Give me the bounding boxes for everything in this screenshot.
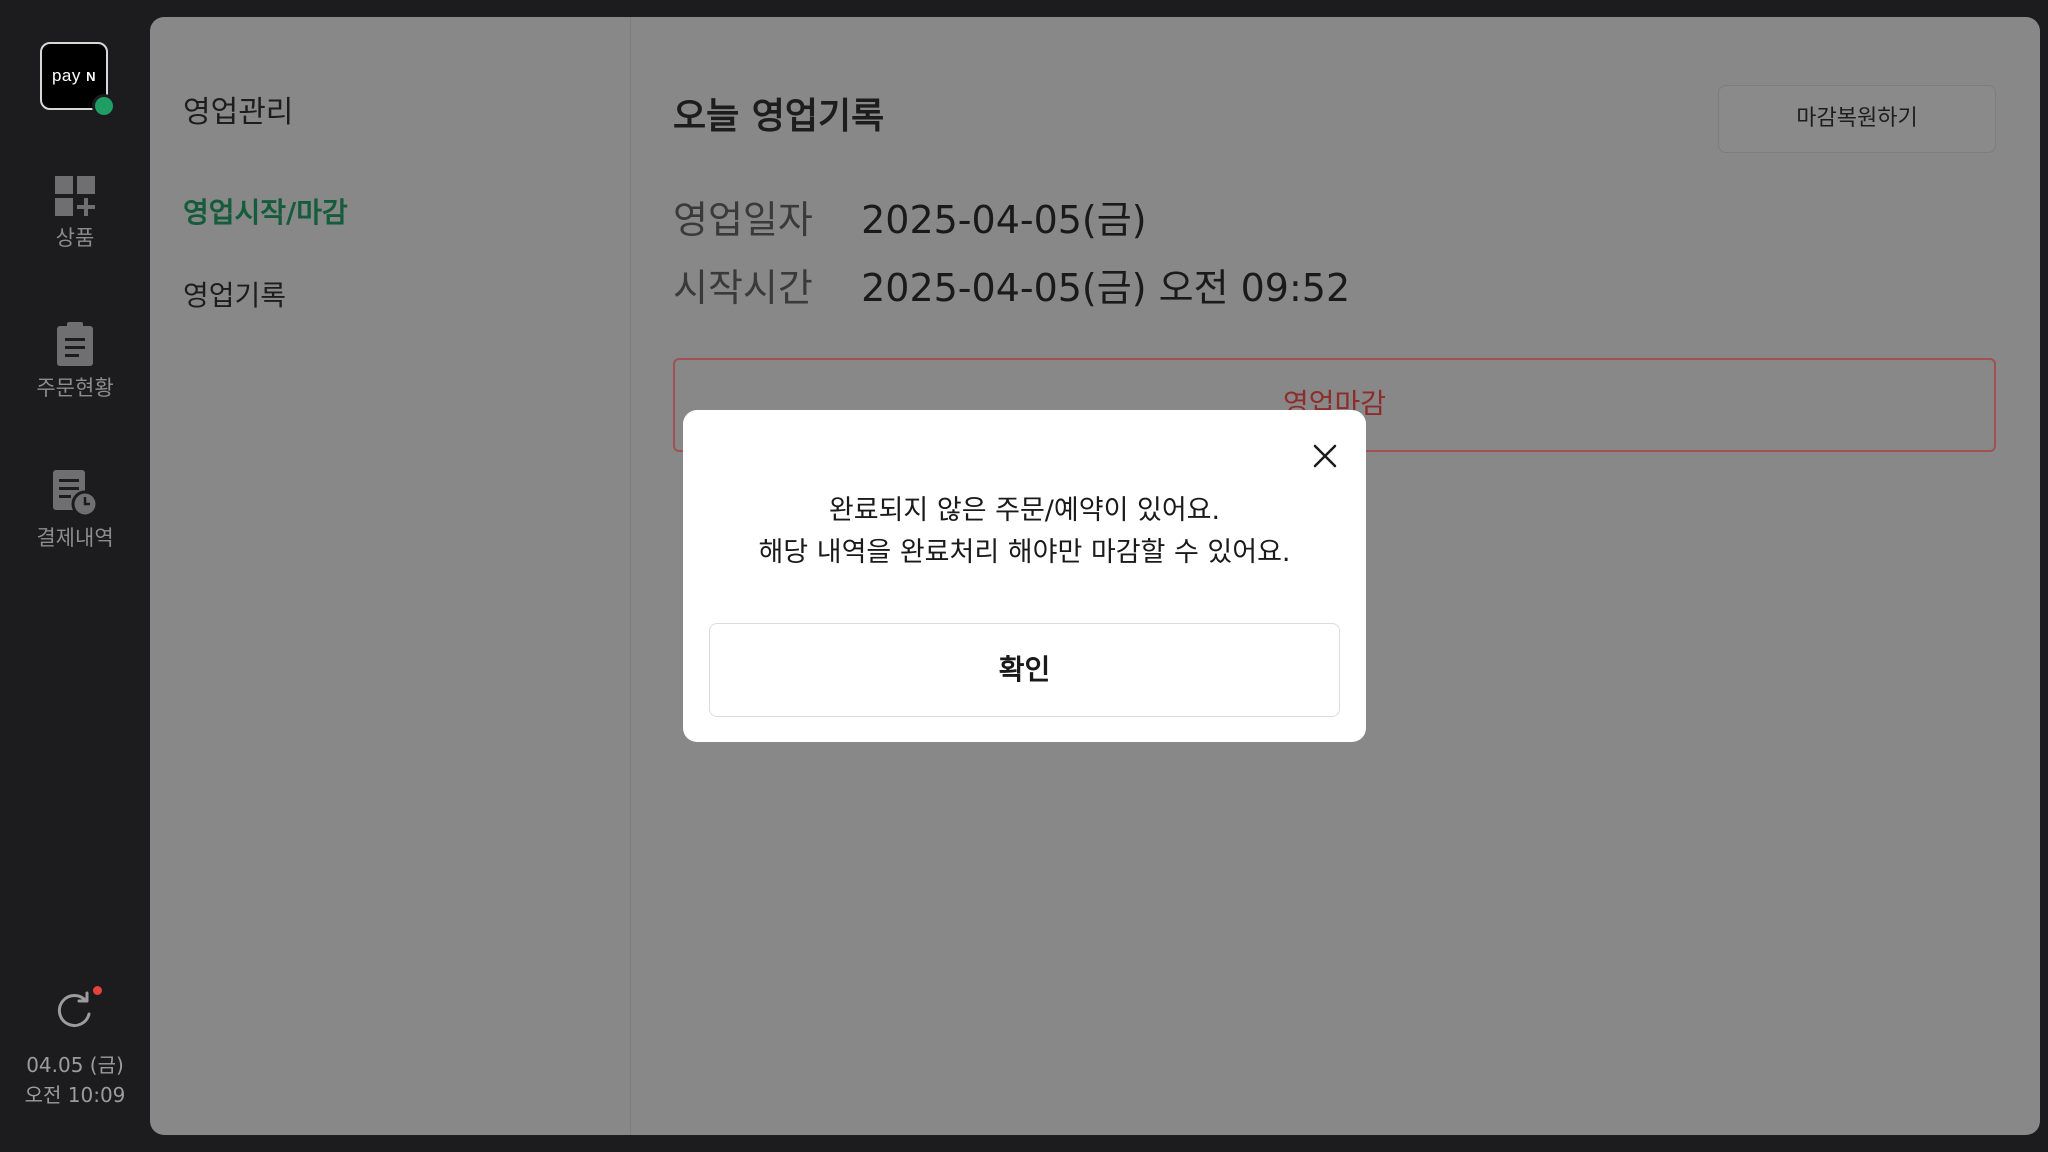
- business-date-label: 영업일자: [673, 198, 813, 242]
- sub-navigation: 영업관리 영업시작/마감 영업기록: [150, 17, 631, 1135]
- dialog-message-line1: 완료되지 않은 주문/예약이 있어요.: [828, 495, 1221, 526]
- rail-item-payments[interactable]: 결제내역: [0, 470, 150, 552]
- subnav-item-open-close[interactable]: 영업시작/마감: [183, 191, 348, 231]
- rail-datetime: 04.05 (금) 오전 10:09: [0, 1050, 150, 1110]
- dialog-message: 완료되지 않은 주문/예약이 있어요. 해당 내역을 완료처리 해야만 마감할 …: [683, 490, 1366, 574]
- dialog-message-line2: 해당 내역을 완료처리 해야만 마감할 수 있어요.: [758, 537, 1291, 568]
- clipboard-icon: [57, 322, 93, 366]
- sync-alert-dot: [93, 986, 102, 995]
- rail-item-orders[interactable]: 주문현황: [0, 322, 150, 402]
- online-status-dot: [92, 94, 116, 118]
- business-date-value: 2025-04-05(금): [861, 198, 1147, 242]
- refresh-icon[interactable]: [56, 990, 96, 1030]
- rail-date: 04.05 (금): [26, 1053, 124, 1077]
- start-time-row: 시작시간 2025-04-05(금) 오전 09:52: [673, 257, 1350, 312]
- restore-closing-button[interactable]: 마감복원하기: [1718, 85, 1996, 153]
- subnav-title: 영업관리: [183, 95, 294, 130]
- logo-mark: N: [86, 69, 97, 84]
- logo-text: pay: [51, 66, 81, 85]
- grid-plus-icon: [55, 176, 95, 216]
- rail-item-label: 상품: [55, 226, 95, 250]
- rail-item-products[interactable]: 상품: [0, 176, 150, 252]
- rail-time: 오전 10:09: [24, 1083, 126, 1107]
- rail-item-label: 주문현황: [36, 376, 114, 400]
- receipt-clock-icon: [53, 470, 97, 516]
- left-rail: pay N 상품 주문현황 결제내역 04.05 (금) 오전 10:09: [0, 0, 150, 1152]
- confirm-button[interactable]: 확인: [709, 623, 1340, 717]
- start-time-label: 시작시간: [673, 266, 813, 310]
- close-icon[interactable]: [1305, 436, 1345, 476]
- start-time-value: 2025-04-05(금) 오전 09:52: [861, 266, 1351, 310]
- rail-item-label: 결제내역: [36, 526, 114, 550]
- business-date-row: 영업일자 2025-04-05(금): [673, 189, 1147, 244]
- subnav-item-records[interactable]: 영업기록: [183, 274, 286, 314]
- incomplete-orders-dialog: 완료되지 않은 주문/예약이 있어요. 해당 내역을 완료처리 해야만 마감할 …: [683, 410, 1366, 742]
- page-title: 오늘 영업기록: [673, 96, 885, 137]
